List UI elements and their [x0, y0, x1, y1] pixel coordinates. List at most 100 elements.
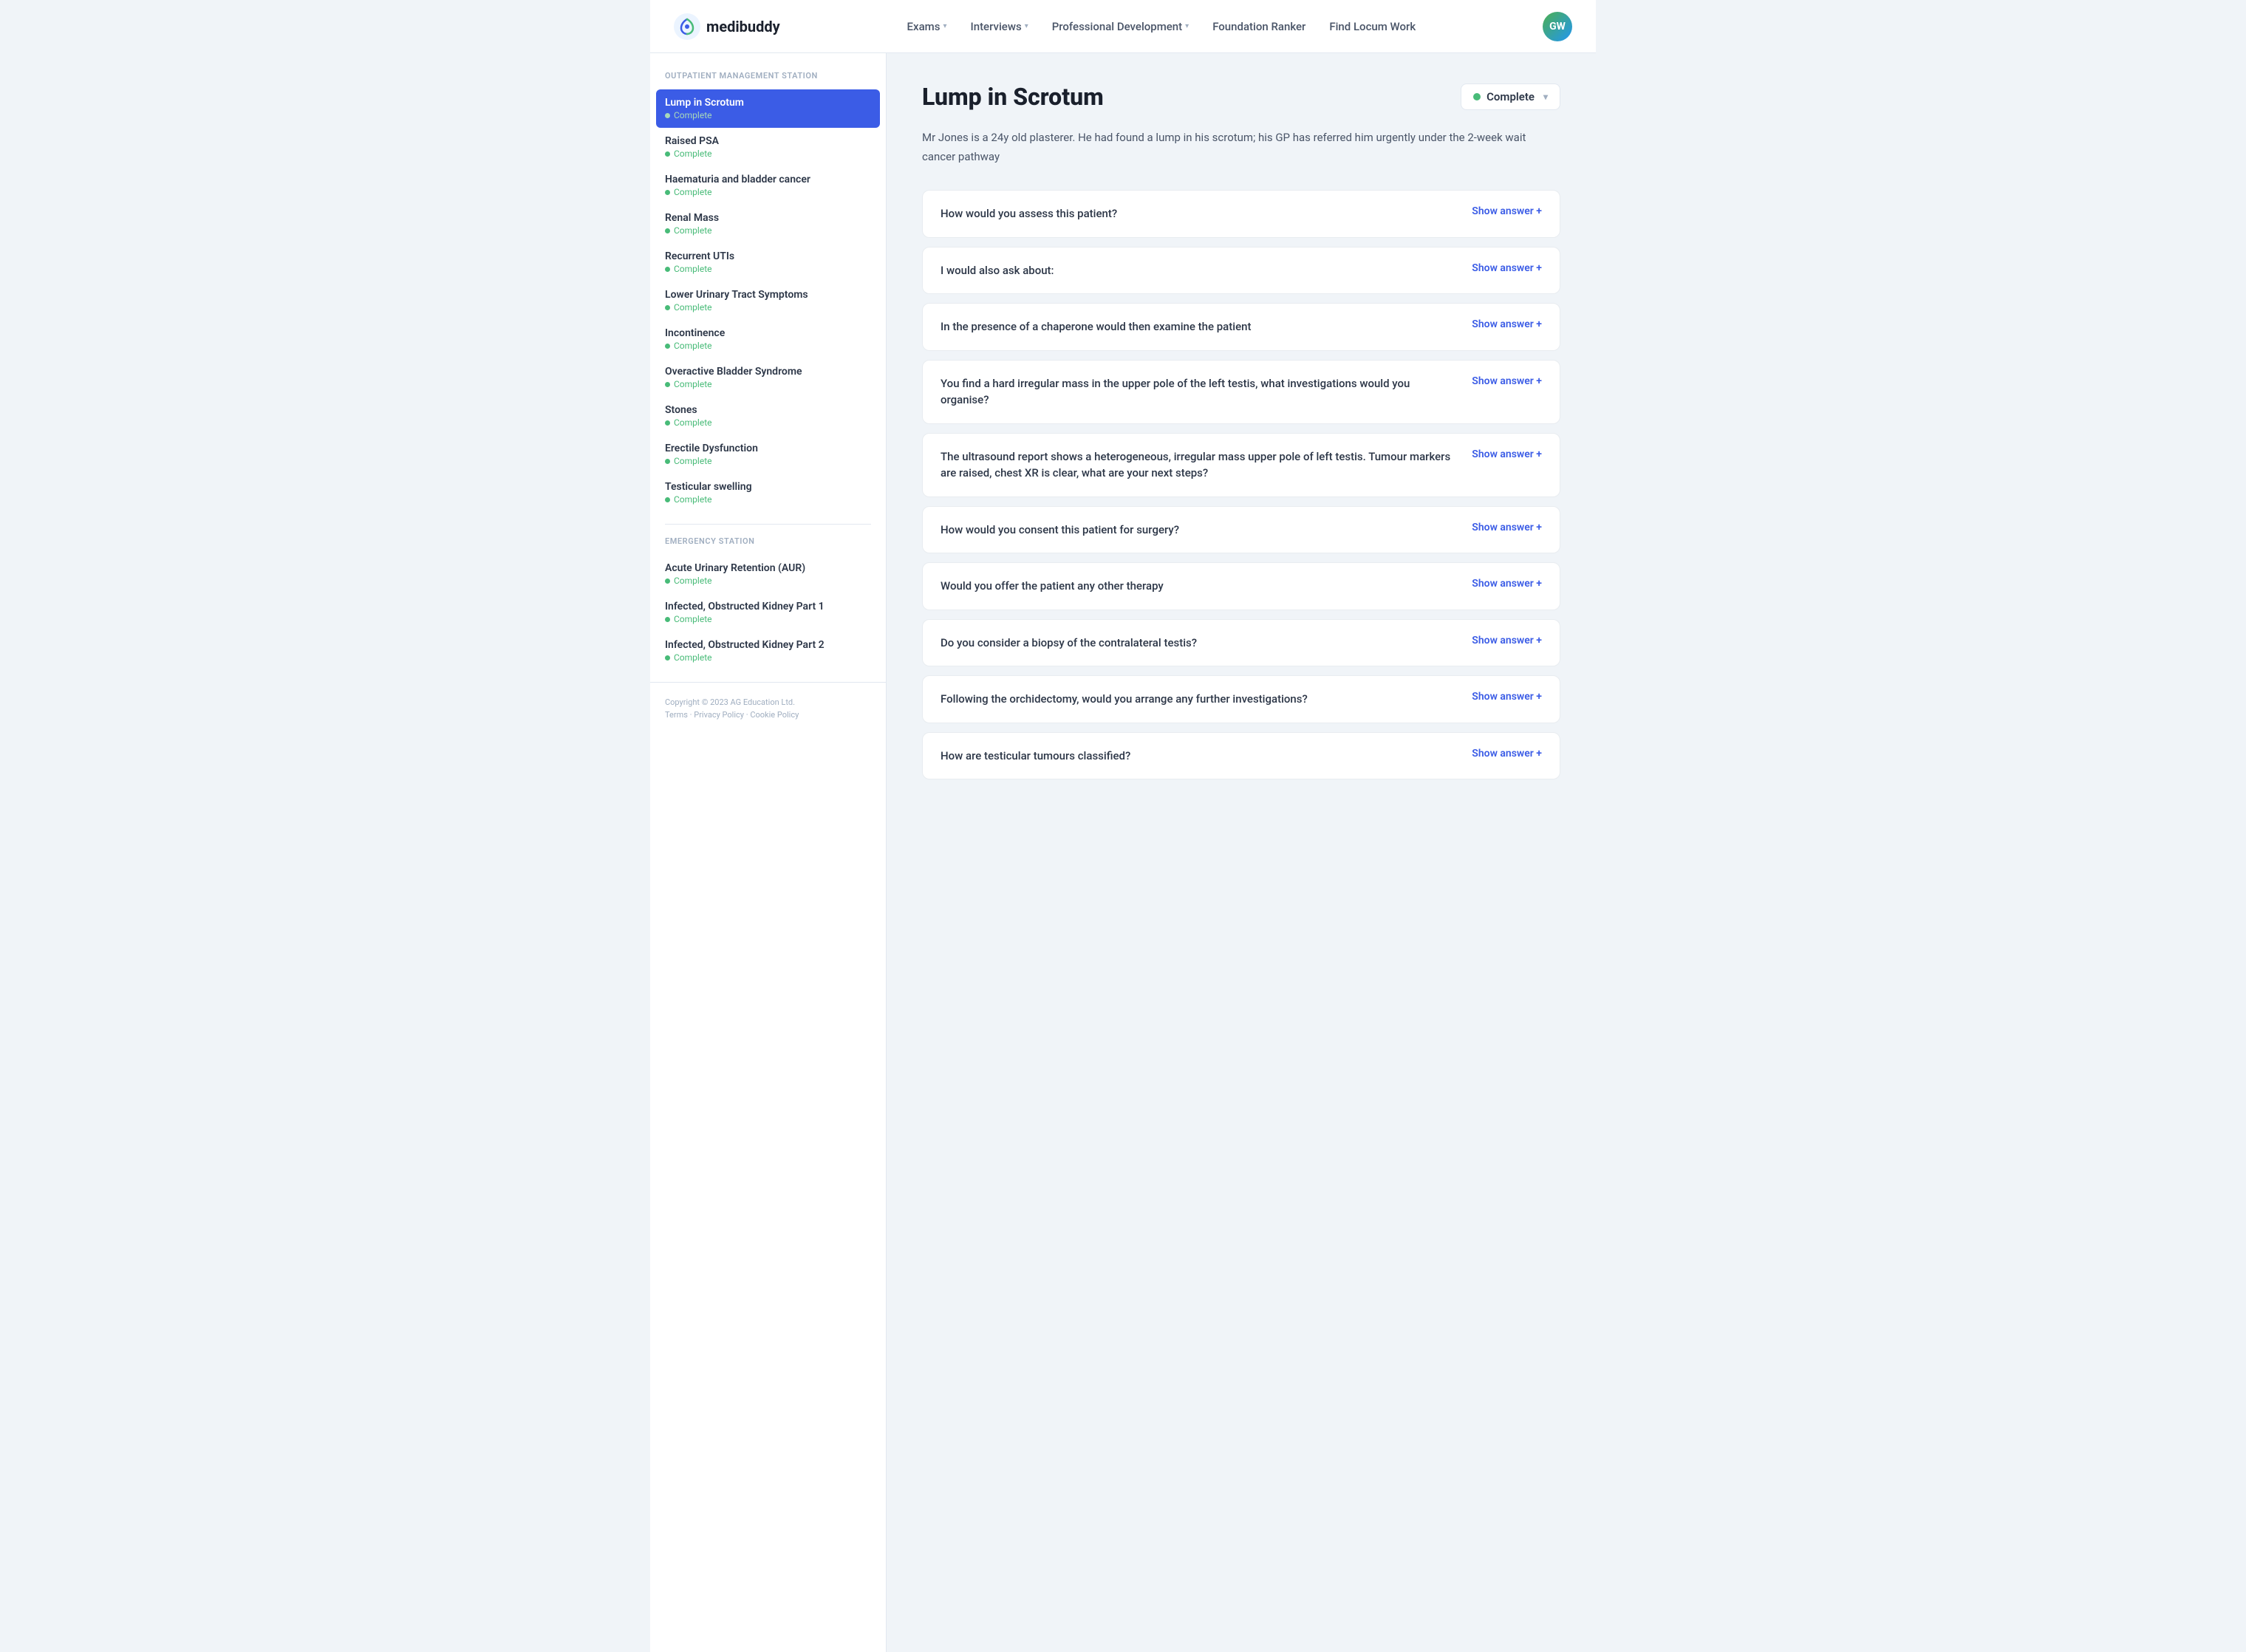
- nav-professional-development[interactable]: Professional Development ▾: [1052, 20, 1189, 33]
- sidebar-item-stones[interactable]: Stones Complete: [650, 397, 886, 435]
- question-text: Would you offer the patient any other th…: [941, 578, 1460, 595]
- sidebar-item-title: Renal Mass: [665, 212, 871, 224]
- show-answer-button-8[interactable]: Show answer +: [1472, 635, 1542, 646]
- sidebar-item-status: Complete: [665, 302, 871, 313]
- cookie-link[interactable]: Cookie Policy: [750, 710, 799, 720]
- question-card-5: The ultrasound report shows a heterogene…: [922, 433, 1560, 497]
- show-answer-button-1[interactable]: Show answer +: [1472, 205, 1542, 217]
- sidebar-item-recurrent-utis[interactable]: Recurrent UTIs Complete: [650, 243, 886, 281]
- sidebar: Outpatient Management Station Lump in Sc…: [650, 53, 887, 1652]
- sidebar-item-haematuria[interactable]: Haematuria and bladder cancer Complete: [650, 166, 886, 205]
- sidebar-section-label-2: Emergency Station: [650, 536, 886, 555]
- show-answer-button-3[interactable]: Show answer +: [1472, 318, 1542, 330]
- sidebar-item-renal-mass[interactable]: Renal Mass Complete: [650, 205, 886, 243]
- status-dot: [665, 497, 670, 502]
- question-text: How would you consent this patient for s…: [941, 522, 1460, 539]
- question-card-7: Would you offer the patient any other th…: [922, 562, 1560, 610]
- sidebar-item-status: Complete: [665, 456, 871, 466]
- status-badge-dropdown[interactable]: Complete ▾: [1461, 83, 1560, 110]
- question-text: The ultrasound report shows a heterogene…: [941, 448, 1460, 482]
- status-dot: [665, 113, 670, 118]
- status-dot: [665, 420, 670, 426]
- sidebar-section-label-1: Outpatient Management Station: [650, 71, 886, 89]
- avatar[interactable]: GW: [1543, 12, 1572, 41]
- sidebar-item-aur[interactable]: Acute Urinary Retention (AUR) Complete: [650, 555, 886, 593]
- main-content: Lump in Scrotum Complete ▾ Mr Jones is a…: [887, 53, 1596, 1652]
- show-answer-button-5[interactable]: Show answer +: [1472, 448, 1542, 460]
- status-badge-label: Complete: [1486, 90, 1535, 103]
- terms-link[interactable]: Terms: [665, 710, 688, 720]
- sidebar-item-overactive-bladder[interactable]: Overactive Bladder Syndrome Complete: [650, 358, 886, 397]
- show-answer-button-6[interactable]: Show answer +: [1472, 522, 1542, 533]
- question-card-10: How are testicular tumours classified? S…: [922, 732, 1560, 780]
- app-container: medibuddy Exams ▾ Interviews ▾ Professio…: [650, 0, 1596, 1652]
- logo-icon: [674, 13, 700, 40]
- sidebar-item-title: Erectile Dysfunction: [665, 443, 871, 454]
- sidebar-item-title: Recurrent UTIs: [665, 250, 871, 262]
- page-title: Lump in Scrotum: [922, 83, 1104, 111]
- status-dot: [665, 459, 670, 464]
- nav-links: Exams ▾ Interviews ▾ Professional Develo…: [907, 20, 1416, 33]
- sidebar-item-title: Stones: [665, 404, 871, 416]
- sidebar-item-raised-psa[interactable]: Raised PSA Complete: [650, 128, 886, 166]
- sidebar-item-infected-kidney-1[interactable]: Infected, Obstructed Kidney Part 1 Compl…: [650, 593, 886, 632]
- nav-exams[interactable]: Exams ▾: [907, 20, 947, 33]
- nav-foundation-ranker[interactable]: Foundation Ranker: [1212, 20, 1305, 33]
- copyright-text: Copyright © 2023 AG Education Ltd.: [665, 697, 871, 707]
- status-dot: [665, 267, 670, 272]
- sidebar-item-title: Lump in Scrotum: [665, 97, 871, 109]
- chevron-down-icon: ▾: [1185, 22, 1189, 30]
- status-dot: [665, 151, 670, 157]
- question-card-6: How would you consent this patient for s…: [922, 506, 1560, 554]
- sidebar-item-status: Complete: [665, 494, 871, 505]
- show-answer-button-4[interactable]: Show answer +: [1472, 375, 1542, 387]
- sidebar-item-lower-urinary-tract[interactable]: Lower Urinary Tract Symptoms Complete: [650, 281, 886, 320]
- status-badge-dot: [1473, 93, 1481, 100]
- sidebar-item-title: Raised PSA: [665, 135, 871, 147]
- sidebar-footer: Copyright © 2023 AG Education Ltd. Terms…: [650, 682, 886, 720]
- chevron-down-icon: ▾: [1543, 92, 1548, 102]
- status-dot: [665, 382, 670, 387]
- status-dot: [665, 578, 670, 584]
- sidebar-item-title: Overactive Bladder Syndrome: [665, 366, 871, 378]
- question-text: Following the orchidectomy, would you ar…: [941, 691, 1460, 708]
- sidebar-item-status: Complete: [665, 379, 871, 389]
- status-dot: [665, 305, 670, 310]
- question-text: You find a hard irregular mass in the up…: [941, 375, 1460, 409]
- question-text: I would also ask about:: [941, 262, 1460, 279]
- question-card-8: Do you consider a biopsy of the contrala…: [922, 619, 1560, 667]
- sidebar-item-testicular-swelling[interactable]: Testicular swelling Complete: [650, 474, 886, 512]
- sidebar-item-status: Complete: [665, 341, 871, 351]
- show-answer-button-7[interactable]: Show answer +: [1472, 578, 1542, 590]
- show-answer-button-9[interactable]: Show answer +: [1472, 691, 1542, 703]
- question-text: How would you assess this patient?: [941, 205, 1460, 222]
- show-answer-button-10[interactable]: Show answer +: [1472, 748, 1542, 760]
- question-text: Do you consider a biopsy of the contrala…: [941, 635, 1460, 652]
- header: medibuddy Exams ▾ Interviews ▾ Professio…: [650, 0, 1596, 53]
- question-card-3: In the presence of a chaperone would the…: [922, 303, 1560, 351]
- sidebar-item-status: Complete: [665, 614, 871, 624]
- privacy-link[interactable]: Privacy Policy: [694, 710, 744, 720]
- content-header: Lump in Scrotum Complete ▾: [922, 83, 1560, 111]
- status-dot: [665, 655, 670, 661]
- sidebar-item-lump-in-scrotum[interactable]: Lump in Scrotum Complete: [656, 89, 880, 128]
- sidebar-item-title: Infected, Obstructed Kidney Part 1: [665, 601, 871, 612]
- question-card-2: I would also ask about: Show answer +: [922, 247, 1560, 295]
- sidebar-item-status: Complete: [665, 576, 871, 586]
- sidebar-divider: [665, 524, 871, 525]
- show-answer-button-2[interactable]: Show answer +: [1472, 262, 1542, 274]
- nav-interviews[interactable]: Interviews ▾: [970, 20, 1028, 33]
- sidebar-item-status: Complete: [665, 417, 871, 428]
- sidebar-item-incontinence[interactable]: Incontinence Complete: [650, 320, 886, 358]
- chevron-down-icon: ▾: [943, 22, 946, 30]
- question-text: How are testicular tumours classified?: [941, 748, 1460, 765]
- status-dot: [665, 617, 670, 622]
- nav-find-locum-work[interactable]: Find Locum Work: [1329, 20, 1416, 33]
- main-layout: Outpatient Management Station Lump in Sc…: [650, 53, 1596, 1652]
- sidebar-item-infected-kidney-2[interactable]: Infected, Obstructed Kidney Part 2 Compl…: [650, 632, 886, 670]
- sidebar-item-title: Testicular swelling: [665, 481, 871, 493]
- question-text: In the presence of a chaperone would the…: [941, 318, 1460, 335]
- intro-text: Mr Jones is a 24y old plasterer. He had …: [922, 129, 1560, 166]
- logo-text: medibuddy: [706, 18, 780, 35]
- sidebar-item-erectile-dysfunction[interactable]: Erectile Dysfunction Complete: [650, 435, 886, 474]
